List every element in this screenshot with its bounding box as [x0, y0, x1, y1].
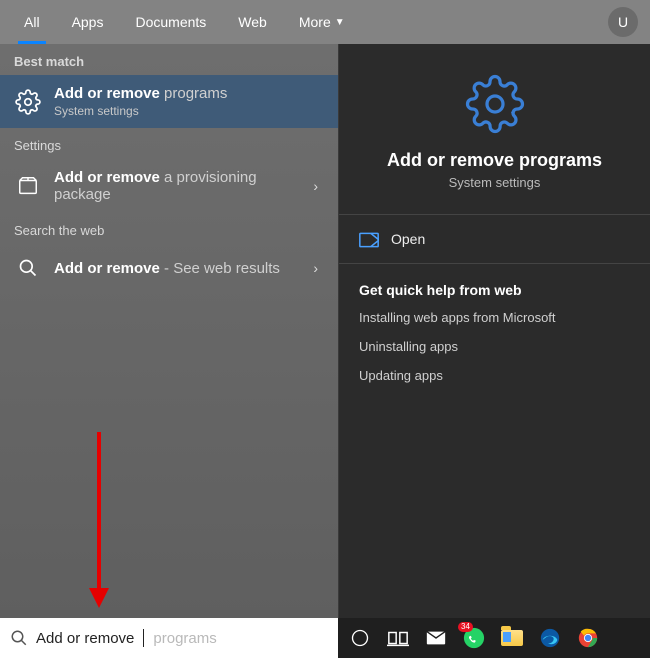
edge-icon[interactable]	[538, 626, 562, 650]
notification-badge: 34	[458, 622, 473, 632]
help-block: Get quick help from web Installing web a…	[339, 264, 650, 415]
section-search-web: Search the web	[0, 213, 338, 244]
annotation-arrow	[90, 432, 109, 608]
tab-documents-label: Documents	[135, 14, 206, 30]
tab-web-label: Web	[238, 14, 267, 30]
preview-subtitle: System settings	[349, 175, 640, 190]
chevron-down-icon: ▼	[335, 17, 345, 28]
task-view-icon[interactable]	[386, 626, 410, 650]
help-link-install[interactable]: Installing web apps from Microsoft	[359, 310, 630, 325]
help-title: Get quick help from web	[359, 282, 630, 298]
search-typed-text: Add or remove	[36, 630, 134, 647]
chrome-icon[interactable]	[576, 626, 600, 650]
text-caret	[143, 629, 144, 647]
result-provisioning-package[interactable]: Add or remove a provisioning package ›	[0, 159, 338, 213]
preview-title: Add or remove programs	[349, 150, 640, 171]
results-panel: Best match Add or remove programs System…	[0, 44, 338, 618]
search-tab-bar: All Apps Documents Web More ▼ U	[0, 0, 650, 44]
user-avatar[interactable]: U	[608, 7, 638, 37]
taskbar: Add or remove programs 34	[0, 618, 650, 658]
tab-web[interactable]: Web	[222, 0, 283, 44]
cortana-icon[interactable]	[348, 626, 372, 650]
search-input[interactable]: Add or remove programs	[0, 618, 338, 658]
chevron-right-icon: ›	[313, 260, 324, 276]
tab-apps-label: Apps	[72, 14, 104, 30]
help-link-uninstall[interactable]: Uninstalling apps	[359, 339, 630, 354]
taskbar-tray: 34	[338, 618, 650, 658]
result-subtitle: System settings	[54, 104, 324, 118]
open-icon	[359, 232, 377, 246]
tab-apps[interactable]: Apps	[56, 0, 120, 44]
tab-more-label: More	[299, 14, 331, 30]
open-label: Open	[391, 231, 425, 247]
preview-hero: Add or remove programs System settings	[339, 44, 650, 215]
result-title: Add or remove programs	[54, 85, 324, 102]
result-best-match[interactable]: Add or remove programs System settings	[0, 75, 338, 128]
result-title: Add or remove - See web results	[54, 260, 301, 277]
gear-icon	[465, 74, 525, 134]
tab-more[interactable]: More ▼	[283, 0, 361, 44]
search-icon	[14, 254, 42, 282]
avatar-initial: U	[618, 14, 628, 30]
section-settings: Settings	[0, 128, 338, 159]
section-best-match: Best match	[0, 44, 338, 75]
mail-icon[interactable]	[424, 626, 448, 650]
package-icon	[14, 172, 42, 200]
chevron-right-icon: ›	[313, 178, 324, 194]
file-explorer-icon[interactable]	[500, 626, 524, 650]
tab-all[interactable]: All	[8, 0, 56, 44]
search-ghost-text: programs	[153, 630, 216, 647]
preview-panel: Add or remove programs System settings O…	[338, 44, 650, 618]
help-link-update[interactable]: Updating apps	[359, 368, 630, 383]
tab-documents[interactable]: Documents	[119, 0, 222, 44]
open-action[interactable]: Open	[339, 215, 650, 264]
result-title: Add or remove a provisioning package	[54, 169, 301, 203]
gear-icon	[14, 88, 42, 116]
whatsapp-icon[interactable]: 34	[462, 626, 486, 650]
tab-all-label: All	[24, 14, 40, 30]
search-icon	[10, 629, 28, 647]
result-web-search[interactable]: Add or remove - See web results ›	[0, 244, 338, 292]
